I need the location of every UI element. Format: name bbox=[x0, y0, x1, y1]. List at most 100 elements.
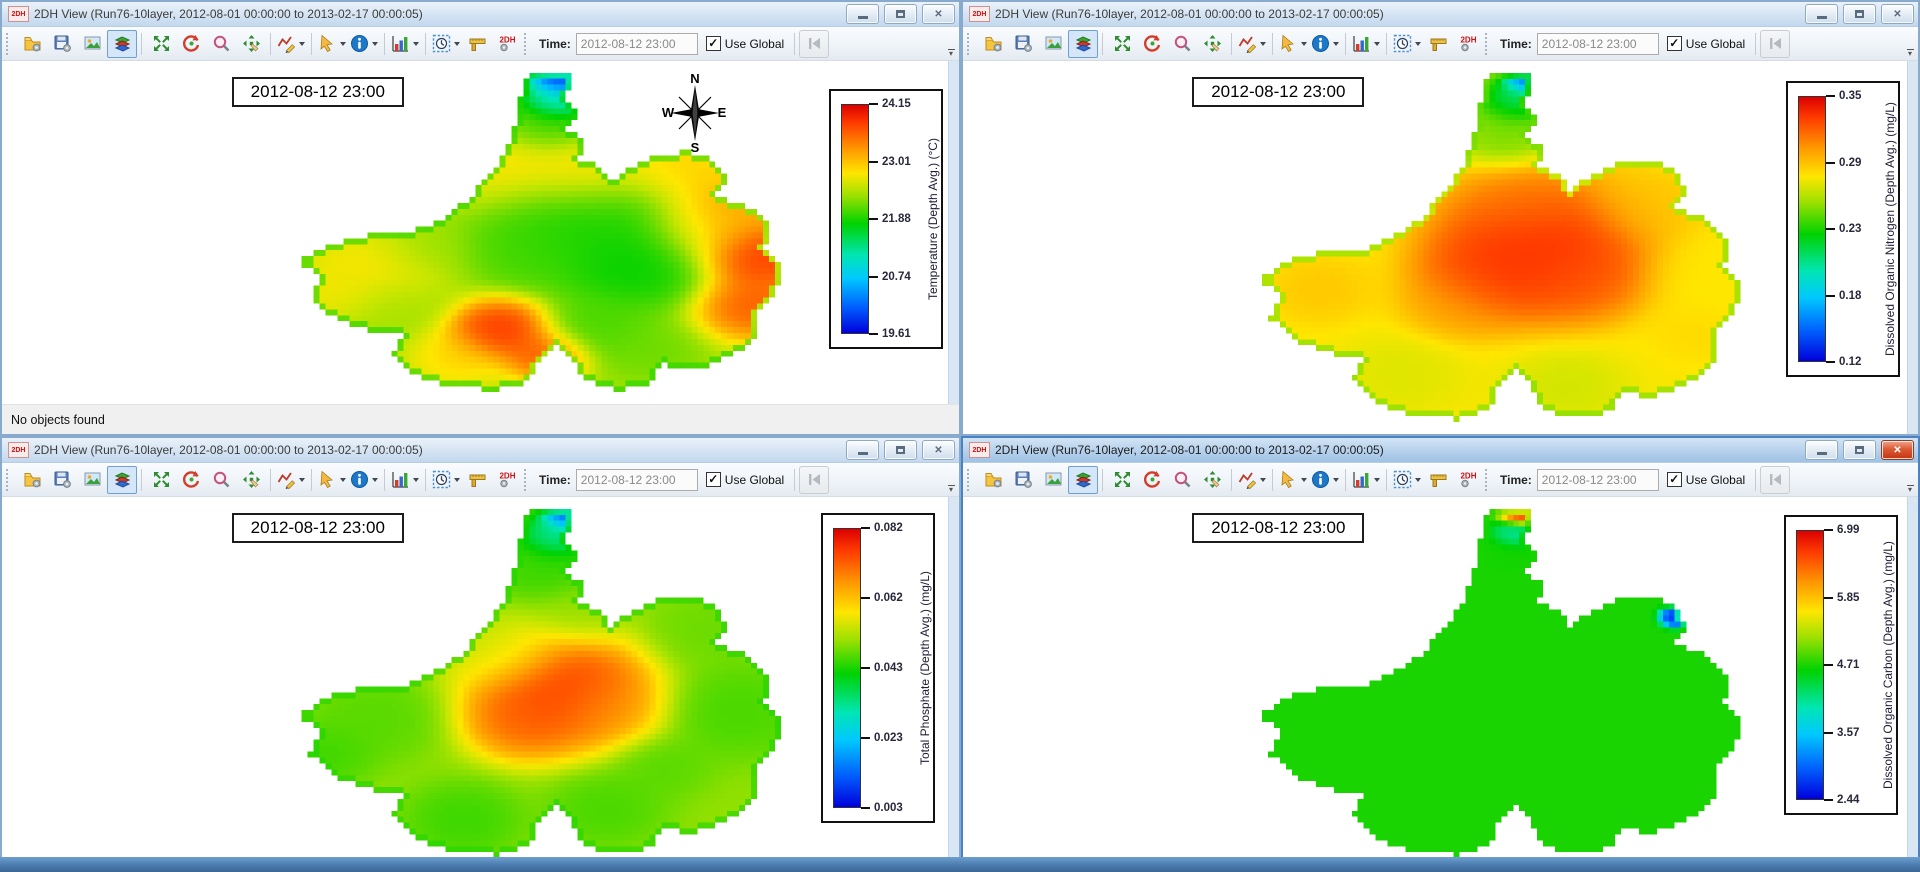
right-scroll-strip[interactable] bbox=[948, 497, 959, 870]
profile-line-icon[interactable] bbox=[275, 466, 307, 494]
layers-icon[interactable] bbox=[107, 30, 137, 58]
close-button[interactable]: ✕ bbox=[922, 4, 955, 24]
dropdown-caret-icon[interactable] bbox=[1260, 42, 1266, 46]
rotate-view-icon[interactable] bbox=[1137, 466, 1167, 494]
pointer-icon[interactable] bbox=[316, 30, 348, 58]
pointer-icon[interactable] bbox=[1277, 466, 1309, 494]
info-icon[interactable] bbox=[348, 30, 380, 58]
settings-2dh-icon[interactable]: 2DH bbox=[1453, 466, 1483, 494]
pan-icon[interactable] bbox=[1197, 466, 1227, 494]
dropdown-caret-icon[interactable] bbox=[454, 478, 460, 482]
profile-line-icon[interactable] bbox=[1236, 466, 1268, 494]
close-button[interactable]: ✕ bbox=[922, 440, 955, 460]
layers-icon[interactable] bbox=[1068, 466, 1098, 494]
export-image-icon[interactable] bbox=[77, 30, 107, 58]
use-global-checkbox[interactable]: ✓ bbox=[1667, 472, 1682, 487]
measure-ruler-icon[interactable] bbox=[1423, 30, 1453, 58]
measure-ruler-icon[interactable] bbox=[462, 30, 492, 58]
chart-icon[interactable] bbox=[389, 466, 421, 494]
lake-heatmap[interactable] bbox=[2, 61, 949, 404]
time-settings-icon[interactable] bbox=[1391, 466, 1423, 494]
info-icon[interactable] bbox=[1309, 30, 1341, 58]
lake-heatmap[interactable] bbox=[2, 497, 949, 870]
go-to-first-icon[interactable] bbox=[799, 30, 829, 58]
maximize-button[interactable] bbox=[1843, 4, 1876, 24]
settings-2dh-icon[interactable]: 2DH bbox=[492, 30, 522, 58]
measure-ruler-icon[interactable] bbox=[1423, 466, 1453, 494]
info-icon[interactable] bbox=[348, 466, 380, 494]
go-to-first-icon[interactable] bbox=[1760, 466, 1790, 494]
use-global-checkbox[interactable]: ✓ bbox=[706, 472, 721, 487]
lake-heatmap[interactable] bbox=[963, 61, 1908, 434]
title-bar[interactable]: 2DH 2DH View (Run76-10layer, 2012-08-01 … bbox=[963, 438, 1918, 463]
dropdown-caret-icon[interactable] bbox=[299, 478, 305, 482]
pan-icon[interactable] bbox=[236, 30, 266, 58]
layers-icon[interactable] bbox=[1068, 30, 1098, 58]
chart-icon[interactable] bbox=[389, 30, 421, 58]
info-icon[interactable] bbox=[1309, 466, 1341, 494]
zoom-extents-icon[interactable] bbox=[146, 30, 176, 58]
zoom-area-icon[interactable] bbox=[206, 466, 236, 494]
use-global-checkbox[interactable]: ✓ bbox=[1667, 36, 1682, 51]
title-bar[interactable]: 2DH 2DH View (Run76-10layer, 2012-08-01 … bbox=[963, 2, 1918, 27]
zoom-area-icon[interactable] bbox=[206, 30, 236, 58]
dropdown-caret-icon[interactable] bbox=[1374, 478, 1380, 482]
zoom-area-icon[interactable] bbox=[1167, 30, 1197, 58]
minimize-button[interactable] bbox=[846, 440, 879, 460]
toolbar-overflow-icon[interactable]: ▾ bbox=[1904, 483, 1916, 495]
export-image-icon[interactable] bbox=[77, 466, 107, 494]
maximize-button[interactable] bbox=[884, 440, 917, 460]
dropdown-caret-icon[interactable] bbox=[372, 42, 378, 46]
rotate-view-icon[interactable] bbox=[1137, 30, 1167, 58]
time-input[interactable] bbox=[576, 469, 698, 491]
time-input[interactable] bbox=[1537, 469, 1659, 491]
dropdown-caret-icon[interactable] bbox=[413, 478, 419, 482]
pan-icon[interactable] bbox=[236, 466, 266, 494]
save-project-icon[interactable] bbox=[47, 30, 77, 58]
dropdown-caret-icon[interactable] bbox=[372, 478, 378, 482]
dropdown-caret-icon[interactable] bbox=[454, 42, 460, 46]
close-button[interactable]: ✕ bbox=[1881, 440, 1914, 460]
open-project-icon[interactable] bbox=[17, 30, 47, 58]
go-to-first-icon[interactable] bbox=[1760, 30, 1790, 58]
settings-2dh-icon[interactable]: 2DH bbox=[1453, 30, 1483, 58]
zoom-area-icon[interactable] bbox=[1167, 466, 1197, 494]
time-settings-icon[interactable] bbox=[430, 466, 462, 494]
minimize-button[interactable] bbox=[1805, 440, 1838, 460]
pan-icon[interactable] bbox=[1197, 30, 1227, 58]
dropdown-caret-icon[interactable] bbox=[1415, 478, 1421, 482]
dropdown-caret-icon[interactable] bbox=[413, 42, 419, 46]
close-button[interactable]: ✕ bbox=[1881, 4, 1914, 24]
rotate-view-icon[interactable] bbox=[176, 30, 206, 58]
toolbar-overflow-icon[interactable]: ▾ bbox=[945, 483, 957, 495]
use-global-checkbox[interactable]: ✓ bbox=[706, 36, 721, 51]
save-project-icon[interactable] bbox=[47, 466, 77, 494]
zoom-extents-icon[interactable] bbox=[1107, 30, 1137, 58]
title-bar[interactable]: 2DH 2DH View (Run76-10layer, 2012-08-01 … bbox=[2, 2, 959, 27]
dropdown-caret-icon[interactable] bbox=[1415, 42, 1421, 46]
right-scroll-strip[interactable] bbox=[948, 61, 959, 404]
dropdown-caret-icon[interactable] bbox=[340, 42, 346, 46]
settings-2dh-icon[interactable]: 2DH bbox=[492, 466, 522, 494]
maximize-button[interactable] bbox=[1843, 440, 1876, 460]
time-settings-icon[interactable] bbox=[1391, 30, 1423, 58]
dropdown-caret-icon[interactable] bbox=[1301, 478, 1307, 482]
minimize-button[interactable] bbox=[1805, 4, 1838, 24]
dropdown-caret-icon[interactable] bbox=[1333, 42, 1339, 46]
time-settings-icon[interactable] bbox=[430, 30, 462, 58]
dropdown-caret-icon[interactable] bbox=[299, 42, 305, 46]
maximize-button[interactable] bbox=[884, 4, 917, 24]
save-project-icon[interactable] bbox=[1008, 466, 1038, 494]
toolbar-overflow-icon[interactable]: ▾ bbox=[945, 47, 957, 59]
toolbar-overflow-icon[interactable]: ▾ bbox=[1904, 47, 1916, 59]
profile-line-icon[interactable] bbox=[275, 30, 307, 58]
profile-line-icon[interactable] bbox=[1236, 30, 1268, 58]
export-image-icon[interactable] bbox=[1038, 466, 1068, 494]
lake-heatmap[interactable] bbox=[963, 497, 1908, 870]
time-input[interactable] bbox=[1537, 33, 1659, 55]
dropdown-caret-icon[interactable] bbox=[340, 478, 346, 482]
zoom-extents-icon[interactable] bbox=[146, 466, 176, 494]
go-to-first-icon[interactable] bbox=[799, 466, 829, 494]
chart-icon[interactable] bbox=[1350, 30, 1382, 58]
rotate-view-icon[interactable] bbox=[176, 466, 206, 494]
